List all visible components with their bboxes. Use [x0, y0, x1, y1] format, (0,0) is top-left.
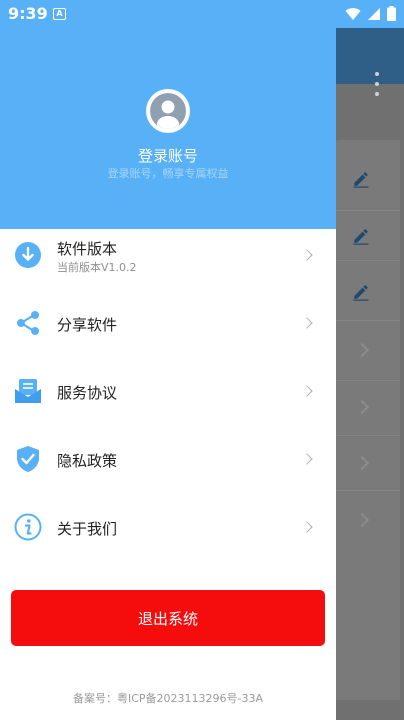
- more-options-icon: [374, 72, 380, 96]
- notification-icon: A: [53, 8, 66, 20]
- shield-check-icon: [17, 446, 39, 472]
- avatar[interactable]: [146, 89, 190, 133]
- background-list: [330, 140, 400, 700]
- menu-label: 关于我们: [57, 520, 118, 538]
- icp-record-text: 备案号：粤ICP备2023113296号-33A: [72, 692, 264, 705]
- version-text: 当前版本V1.0.2: [57, 261, 137, 274]
- menu-label: 服务协议: [57, 384, 118, 402]
- share-icon: [17, 311, 39, 335]
- edit-icon: [353, 172, 369, 188]
- edit-icon: [353, 229, 369, 245]
- logout-button[interactable]: 退出系统: [11, 590, 325, 646]
- chevron-right-icon: [301, 521, 313, 533]
- menu-item-about[interactable]: 关于我们: [0, 493, 336, 561]
- login-subtitle: 登录账号，畅享专属权益: [107, 167, 229, 180]
- menu-item-privacy[interactable]: 隐私政策: [0, 425, 336, 493]
- chevron-right-icon: [301, 385, 313, 397]
- background-divider: [330, 210, 400, 211]
- chevron-right-icon: [301, 317, 313, 329]
- chevron-right-icon: [301, 249, 313, 261]
- background-divider: [330, 435, 400, 436]
- status-bar: 9:39 A: [0, 0, 404, 28]
- chevron-right-icon: [301, 453, 313, 465]
- background-divider: [330, 260, 400, 261]
- background-divider: [330, 380, 400, 381]
- menu-label: 软件版本: [57, 240, 118, 258]
- menu-item-version[interactable]: 软件版本 当前版本V1.0.2: [0, 229, 336, 297]
- signal-icon: [368, 7, 380, 20]
- user-icon: [150, 93, 186, 129]
- download-icon: [15, 242, 41, 268]
- battery-icon: [387, 6, 396, 21]
- status-time: 9:39: [8, 4, 48, 23]
- menu-label: 分享软件: [57, 316, 118, 334]
- agreement-icon: [15, 379, 41, 403]
- background-divider: [330, 320, 400, 321]
- menu-item-share[interactable]: 分享软件: [0, 289, 336, 357]
- edit-icon: [353, 285, 369, 301]
- menu-item-agreement[interactable]: 服务协议: [0, 357, 336, 425]
- navigation-drawer: 登录账号 登录账号，畅享专属权益 软件版本 当前版本V1.0.2 分享软件 服务…: [0, 0, 336, 720]
- login-title[interactable]: 登录账号: [0, 145, 336, 166]
- menu-label: 隐私政策: [57, 452, 118, 470]
- background-divider: [330, 490, 400, 491]
- info-icon: [14, 513, 42, 541]
- status-icons: [345, 6, 396, 21]
- wifi-icon: [345, 7, 361, 20]
